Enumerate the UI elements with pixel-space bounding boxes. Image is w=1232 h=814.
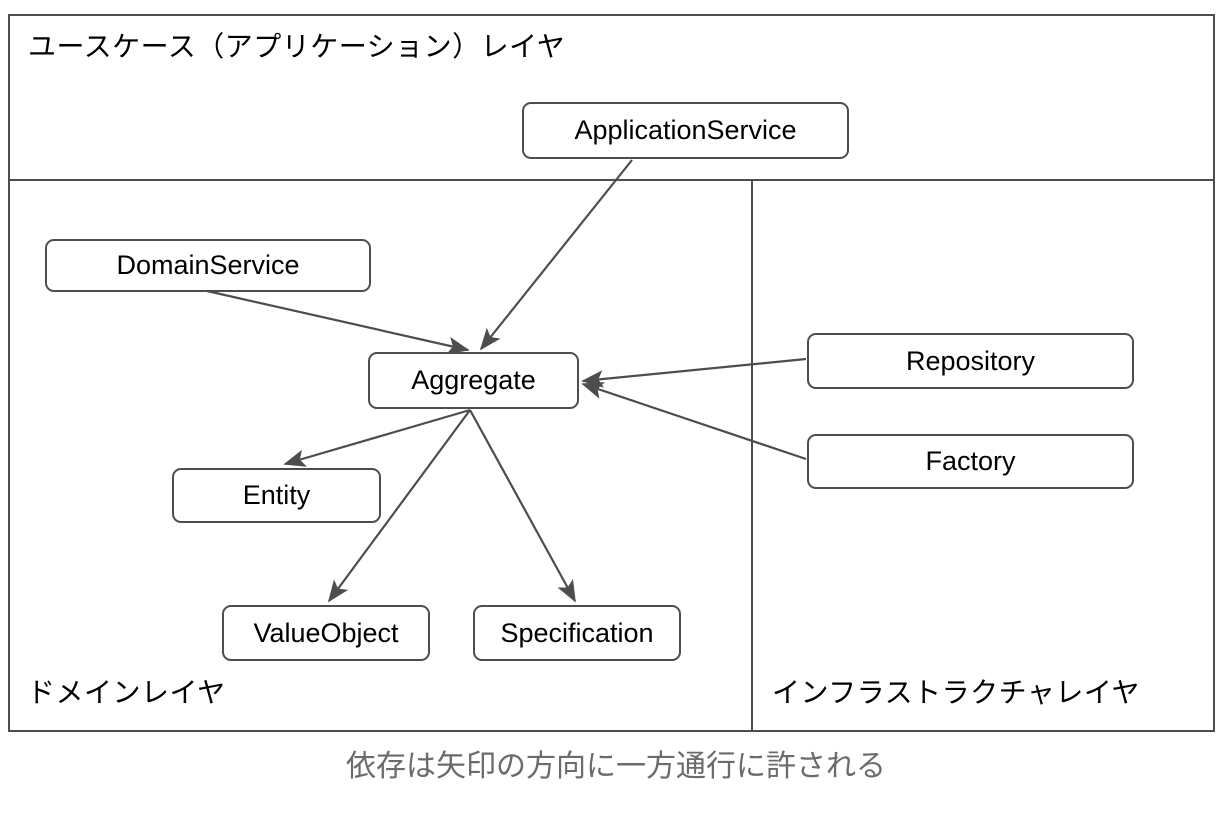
node-specification-label: Specification — [500, 617, 654, 648]
domain-layer-label: ドメインレイヤ — [27, 677, 226, 708]
node-domainservice-label: DomainService — [116, 250, 300, 280]
node-aggregate-label: Aggregate — [411, 365, 536, 395]
node-repository-label: Repository — [905, 345, 1036, 376]
node-aggregate[interactable]: Aggregate — [368, 352, 579, 409]
diagram-canvas: ユースケース（アプリケーション）レイヤ ドメインレイヤ インフラストラクチャレイ… — [0, 0, 1232, 814]
usecase-layer-label: ユースケース（アプリケーション）レイヤ — [28, 31, 566, 62]
node-factory[interactable]: Factory — [807, 434, 1134, 489]
node-valueobject-label: ValueObject — [253, 617, 399, 648]
node-repository[interactable]: Repository — [807, 333, 1134, 389]
node-entity[interactable]: Entity — [172, 468, 381, 523]
node-domainservice[interactable]: DomainService — [45, 239, 371, 292]
domain-infrastructure-divider — [751, 181, 753, 732]
node-specification[interactable]: Specification — [473, 605, 681, 661]
node-valueobject[interactable]: ValueObject — [222, 605, 430, 661]
node-entity-label: Entity — [242, 480, 311, 510]
node-applicationservice[interactable]: ApplicationService — [522, 102, 849, 159]
infrastructure-layer-label: インフラストラクチャレイヤ — [772, 677, 1140, 708]
usecase-domain-divider — [8, 179, 1215, 181]
diagram-caption: 依存は矢印の方向に一方通行に許される — [346, 750, 886, 783]
node-factory-label: Factory — [925, 446, 1016, 476]
node-applicationservice-label: ApplicationService — [574, 115, 797, 145]
